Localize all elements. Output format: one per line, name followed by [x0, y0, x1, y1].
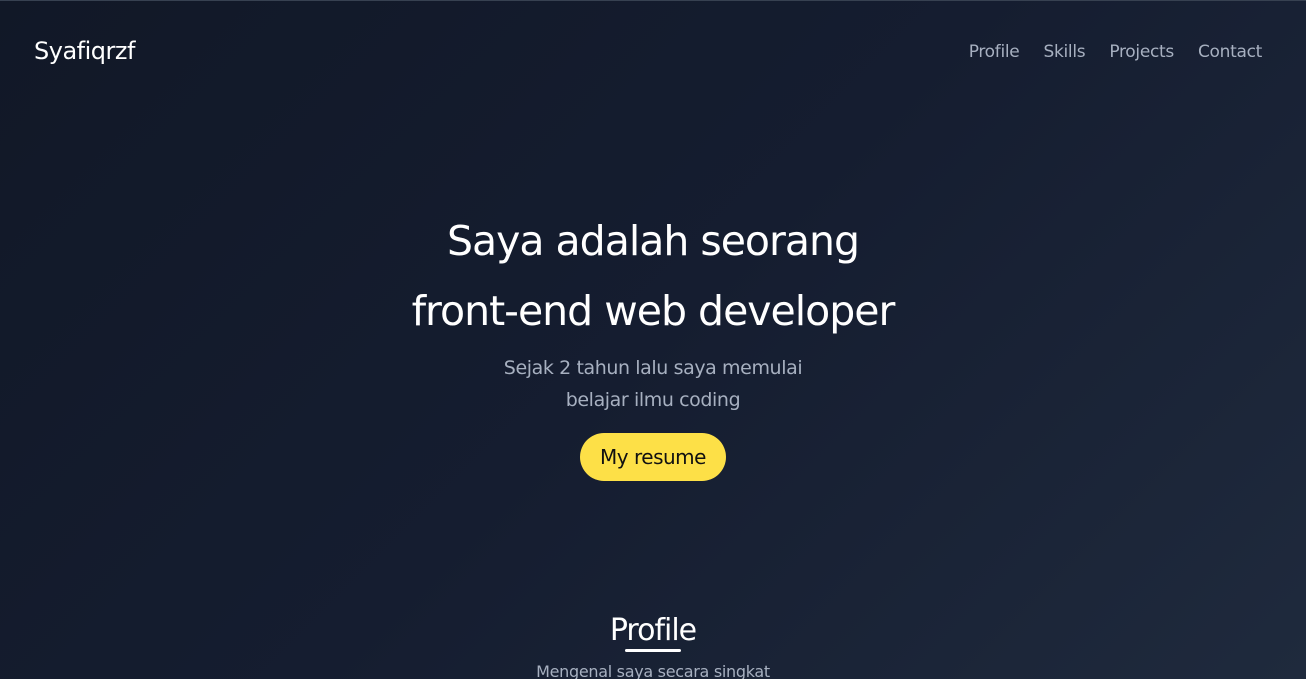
hero-title-line-1: Saya adalah seorang [446, 217, 860, 265]
profile-section-subtitle: Mengenal saya secara singkat [536, 662, 770, 679]
nav-link-contact[interactable]: Contact [1198, 42, 1262, 62]
brand-logo[interactable]: Syafiqrzf [34, 37, 135, 65]
nav-link-skills[interactable]: Skills [1043, 42, 1085, 62]
nav-link-profile[interactable]: Profile [969, 42, 1020, 62]
nav-links: Profile Skills Projects Contact [969, 42, 1263, 62]
hero-title-line-2: front-end web developer [411, 287, 896, 335]
hero-subtitle-line-2: belajar ilmu coding [565, 389, 741, 411]
navbar: Syafiqrzf Profile Skills Projects Contac… [0, 1, 1306, 101]
hero-title: Saya adalah seorang front-end web develo… [0, 206, 1306, 346]
nav-link-projects[interactable]: Projects [1109, 42, 1174, 62]
hero-subtitle: Sejak 2 tahun lalu saya memulai belajar … [0, 352, 1306, 416]
hero-section: Saya adalah seorang front-end web develo… [0, 206, 1306, 481]
profile-section-title: Profile [609, 613, 697, 648]
resume-button[interactable]: My resume [580, 433, 726, 481]
hero-subtitle-line-1: Sejak 2 tahun lalu saya memulai [503, 357, 803, 379]
profile-section-header: Profile Mengenal saya secara singkat [0, 609, 1306, 679]
